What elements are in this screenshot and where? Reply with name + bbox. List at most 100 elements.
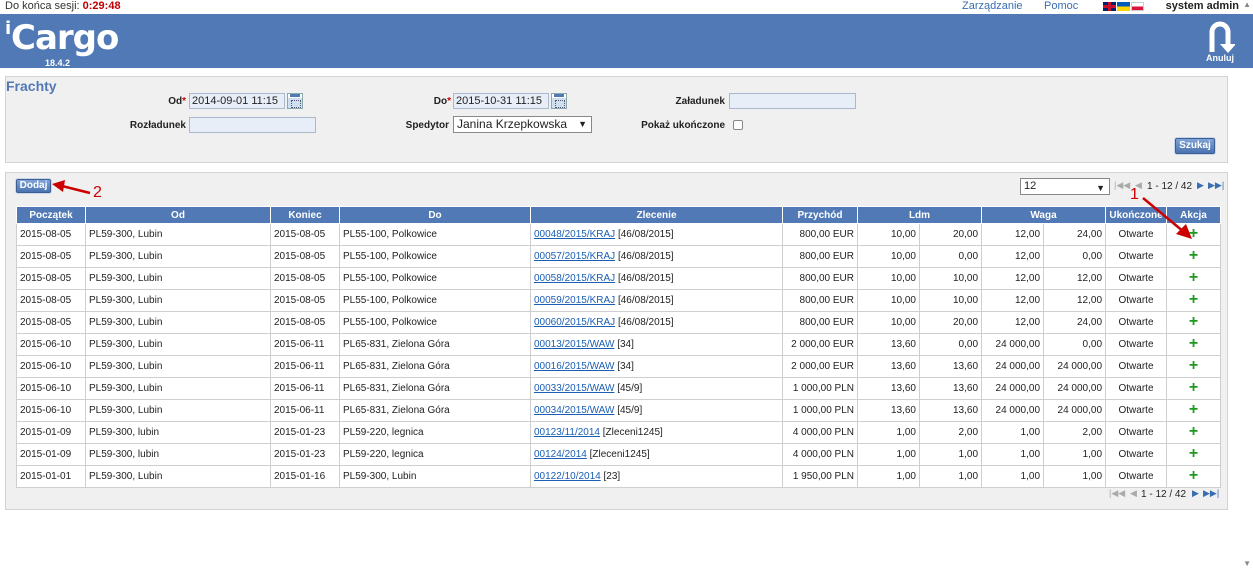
next-page-icon[interactable]: ▶ xyxy=(1197,180,1204,191)
from-date-input[interactable] xyxy=(189,93,285,109)
order-ref: [46/08/2015] xyxy=(617,317,674,328)
cell-end: 2015-08-05 xyxy=(270,245,340,268)
search-button[interactable]: Szukaj xyxy=(1175,138,1215,154)
add-plus-icon[interactable]: + xyxy=(1189,467,1198,484)
first-page-icon-bottom[interactable]: |◀◀ xyxy=(1109,488,1125,499)
add-plus-icon[interactable]: + xyxy=(1189,401,1198,418)
loading-input[interactable] xyxy=(729,93,856,109)
table-row[interactable]: 2015-08-05 PL59-300, Lubin 2015-08-05 PL55-… xyxy=(16,289,1222,312)
add-plus-icon[interactable]: + xyxy=(1189,247,1198,264)
from-calendar-icon[interactable] xyxy=(287,93,303,109)
cell-order: 00123/11/2014 [Zleceni1245] xyxy=(530,421,783,444)
order-link[interactable]: 00057/2015/KRAJ xyxy=(534,251,615,262)
order-link[interactable]: 00060/2015/KRAJ xyxy=(534,317,615,328)
order-link[interactable]: 00016/2015/WAW xyxy=(534,361,614,372)
page-size-select[interactable]: 12 ▼ xyxy=(1020,178,1110,195)
cell-ldm-2: 1,00 xyxy=(918,465,983,488)
undo-arrow-icon xyxy=(1209,21,1235,53)
order-ref: [46/08/2015] xyxy=(617,251,674,262)
col-from[interactable]: Od xyxy=(85,206,271,224)
add-plus-icon[interactable]: + xyxy=(1189,335,1198,352)
scroll-down-icon[interactable]: ▼ xyxy=(1243,559,1251,568)
cell-to: PL59-220, legnica xyxy=(339,443,531,466)
help-link[interactable]: Pomoc xyxy=(1044,0,1078,12)
order-link[interactable]: 00034/2015/WAW xyxy=(534,405,614,416)
cell-ldm-1: 10,00 xyxy=(857,267,920,290)
table-row[interactable]: 2015-01-09 PL59-300, lubin 2015-01-23 PL59-… xyxy=(16,443,1222,466)
add-plus-icon[interactable]: + xyxy=(1189,379,1198,396)
forwarder-select[interactable]: Janina Krzepkowska ▼ xyxy=(453,116,592,133)
cell-order: 00034/2015/WAW [45/9] xyxy=(530,399,783,422)
order-link[interactable]: 00013/2015/WAW xyxy=(534,339,614,350)
cell-weight-1: 24 000,00 xyxy=(981,355,1045,378)
cell-ldm-1: 1,00 xyxy=(857,421,920,444)
to-calendar-icon[interactable] xyxy=(551,93,567,109)
cell-ldm-2: 10,00 xyxy=(918,289,983,312)
table-row[interactable]: 2015-08-05 PL59-300, Lubin 2015-08-05 PL55-… xyxy=(16,245,1222,268)
add-plus-icon[interactable]: + xyxy=(1189,357,1198,374)
order-link[interactable]: 00059/2015/KRAJ xyxy=(534,295,615,306)
table-row[interactable]: 2015-06-10 PL59-300, Lubin 2015-06-11 PL65-… xyxy=(16,333,1222,356)
cell-end: 2015-01-23 xyxy=(270,443,340,466)
last-page-icon-bottom[interactable]: ▶▶| xyxy=(1203,488,1219,499)
cell-to: PL65-831, Zielona Góra xyxy=(339,377,531,400)
unloading-label: Rozładunek xyxy=(129,120,186,131)
cell-weight-1: 24 000,00 xyxy=(981,399,1045,422)
cell-weight-1: 1,00 xyxy=(981,465,1045,488)
table-row[interactable]: 2015-08-05 PL59-300, Lubin 2015-08-05 PL55-… xyxy=(16,267,1222,290)
table-row[interactable]: 2015-06-10 PL59-300, Lubin 2015-06-11 PL65-… xyxy=(16,355,1222,378)
table-row[interactable]: 2015-08-05 PL59-300, Lubin 2015-08-05 PL55-… xyxy=(16,223,1222,246)
cell-action: + xyxy=(1166,355,1222,378)
cell-ldm-2: 20,00 xyxy=(918,223,983,246)
flag-en-icon[interactable] xyxy=(1103,2,1116,11)
col-to[interactable]: Do xyxy=(339,206,531,224)
add-plus-icon[interactable]: + xyxy=(1189,269,1198,286)
cell-ldm-1: 1,00 xyxy=(857,465,920,488)
table-row[interactable]: 2015-01-01 PL59-300, Lubin 2015-01-16 PL59-… xyxy=(16,465,1222,488)
add-button[interactable]: Dodaj xyxy=(16,179,51,193)
last-page-icon[interactable]: ▶▶| xyxy=(1208,180,1224,191)
add-plus-icon[interactable]: + xyxy=(1189,291,1198,308)
add-plus-icon[interactable]: + xyxy=(1189,445,1198,462)
prev-page-icon-bottom[interactable]: ◀ xyxy=(1130,488,1137,499)
add-plus-icon[interactable]: + xyxy=(1189,313,1198,330)
order-ref: [46/08/2015] xyxy=(617,229,674,240)
unloading-input[interactable] xyxy=(189,117,316,133)
table-row[interactable]: 2015-06-10 PL59-300, Lubin 2015-06-11 PL65-… xyxy=(16,377,1222,400)
manage-link[interactable]: Zarządzanie xyxy=(962,0,1023,12)
flag-pl-icon[interactable] xyxy=(1131,2,1144,11)
col-income[interactable]: Przychód xyxy=(782,206,858,224)
add-plus-icon[interactable]: + xyxy=(1189,423,1198,440)
to-date-input[interactable] xyxy=(453,93,549,109)
order-link[interactable]: 00058/2015/KRAJ xyxy=(534,273,615,284)
cell-income: 800,00 EUR xyxy=(782,223,858,246)
show-done-checkbox[interactable] xyxy=(733,120,743,130)
first-page-icon[interactable]: |◀◀ xyxy=(1114,180,1130,191)
table-row[interactable]: 2015-08-05 PL59-300, Lubin 2015-08-05 PL55-… xyxy=(16,311,1222,334)
flag-ua-icon[interactable] xyxy=(1117,2,1130,11)
order-link[interactable]: 00123/11/2014 xyxy=(534,427,600,438)
col-start[interactable]: Początek xyxy=(16,206,86,224)
order-link[interactable]: 00048/2015/KRAJ xyxy=(534,229,615,240)
cell-ldm-1: 13,60 xyxy=(857,355,920,378)
order-ref: [46/08/2015] xyxy=(617,295,674,306)
order-link[interactable]: 00033/2015/WAW xyxy=(534,383,614,394)
cell-income: 4 000,00 PLN xyxy=(782,443,858,466)
table-row[interactable]: 2015-01-09 PL59-300, lubin 2015-01-23 PL59-… xyxy=(16,421,1222,444)
order-link[interactable]: 00122/10/2014 xyxy=(534,471,601,482)
next-page-icon-bottom[interactable]: ▶ xyxy=(1192,488,1199,499)
table-row[interactable]: 2015-06-10 PL59-300, Lubin 2015-06-11 PL65-… xyxy=(16,399,1222,422)
col-ldm[interactable]: Ldm xyxy=(856,206,983,224)
cell-ldm-2: 13,60 xyxy=(918,399,983,422)
col-order[interactable]: Zlecenie xyxy=(530,206,783,224)
col-end[interactable]: Koniec xyxy=(270,206,340,224)
cancel-button[interactable]: Anuluj xyxy=(1203,20,1237,66)
order-link[interactable]: 00124/2014 xyxy=(534,449,587,460)
col-weight[interactable]: Waga xyxy=(981,206,1107,224)
session-timer: Do końca sesji: 0:29:48 xyxy=(5,0,121,12)
cell-ldm-2: 2,00 xyxy=(918,421,983,444)
chevron-down-icon: ▼ xyxy=(578,119,587,129)
cell-weight-1: 12,00 xyxy=(981,223,1045,246)
scroll-up-icon[interactable]: ▲ xyxy=(1243,0,1251,9)
cell-weight-2: 2,00 xyxy=(1043,421,1107,444)
